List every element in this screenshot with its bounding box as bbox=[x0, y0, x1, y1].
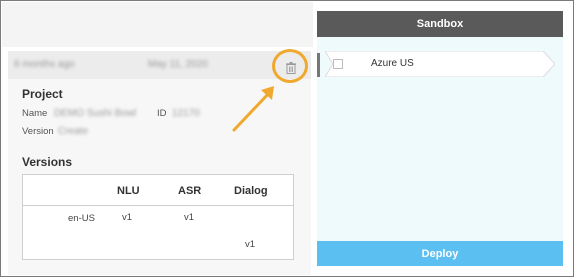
versions-table: NLU ASR Dialog en-US v1 v1 v1 bbox=[22, 174, 294, 260]
name-label: Name bbox=[22, 108, 48, 119]
row-dialog: v1 bbox=[245, 239, 256, 250]
card-date-right: May 11, 2020 bbox=[148, 59, 208, 70]
arrow-annotation bbox=[232, 86, 274, 132]
trash-highlight bbox=[272, 49, 308, 83]
environment-label: Azure US bbox=[371, 58, 414, 69]
selection-indicator bbox=[317, 53, 320, 77]
version-label: Version bbox=[22, 126, 54, 137]
project-name-value: DEMO Sushi Bowl bbox=[54, 108, 137, 119]
project-section-title: Project bbox=[22, 87, 63, 101]
trash-icon[interactable] bbox=[286, 61, 296, 74]
header-dialog: Dialog bbox=[234, 185, 268, 197]
project-panel: 6 months ago May 11, 2020 Project Name D… bbox=[2, 2, 313, 276]
checkbox-icon[interactable] bbox=[333, 59, 343, 69]
top-strip bbox=[2, 2, 313, 47]
card-header: 6 months ago May 11, 2020 bbox=[8, 51, 311, 79]
card-date-left: 6 months ago bbox=[14, 59, 75, 70]
id-label: ID bbox=[157, 108, 167, 119]
table-divider bbox=[23, 205, 293, 206]
row-asr: v1 bbox=[184, 212, 195, 223]
deploy-button[interactable]: Deploy bbox=[317, 241, 563, 266]
header-asr: ASR bbox=[178, 185, 202, 197]
row-nlu: v1 bbox=[122, 212, 133, 223]
sandbox-header: Sandbox bbox=[317, 11, 563, 37]
row-locale: en-US bbox=[68, 213, 95, 224]
project-id-value: 12170 bbox=[172, 108, 200, 119]
project-version-value: Create bbox=[58, 126, 89, 137]
app-window: 6 months ago May 11, 2020 Project Name D… bbox=[0, 0, 574, 277]
header-nlu: NLU bbox=[117, 185, 140, 197]
versions-section-title: Versions bbox=[22, 155, 73, 169]
environment-chip[interactable] bbox=[325, 51, 555, 77]
sandbox-panel: Sandbox Azure US Deploy bbox=[317, 11, 563, 266]
